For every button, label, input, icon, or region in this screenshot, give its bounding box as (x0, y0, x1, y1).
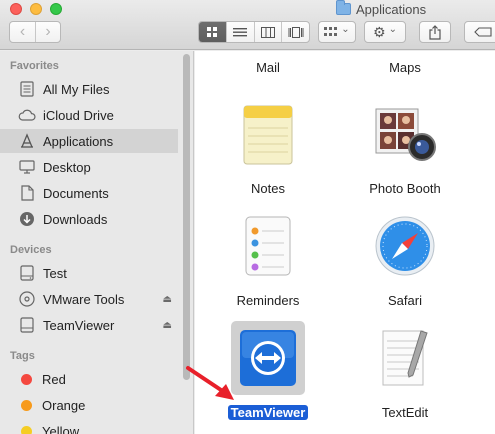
sidebar-item-label: TeamViewer (43, 317, 115, 333)
app-label: Mail (256, 60, 280, 75)
eject-icon[interactable]: ⏏ (163, 320, 172, 331)
columns-icon (260, 26, 275, 38)
close-window-button[interactable] (10, 3, 22, 15)
minimize-window-button[interactable] (30, 3, 42, 15)
coverflow-icon (288, 26, 304, 38)
app-label: Maps (389, 60, 421, 75)
app-item-mail[interactable]: Mail (208, 60, 328, 75)
sidebar-item-icloud-drive[interactable]: iCloud Drive (0, 103, 178, 127)
app-item-maps[interactable]: Maps (345, 60, 465, 75)
arrange-button[interactable]: ⌄ (318, 21, 356, 43)
share-button[interactable] (419, 21, 451, 43)
sidebar-item-test[interactable]: Test (0, 261, 178, 285)
yellow-tag-dot-icon (21, 425, 32, 434)
drive-icon (18, 316, 36, 334)
sidebar-item-label: Test (43, 265, 67, 281)
sidebar-item-desktop[interactable]: Desktop (0, 155, 178, 179)
document-icon (18, 184, 36, 202)
eject-icon[interactable]: ⏏ (163, 294, 172, 305)
app-label: TeamViewer (227, 405, 309, 420)
sidebar-item-applications[interactable]: Applications (0, 129, 178, 153)
sidebar-item-label: Red (42, 371, 66, 387)
window-title-text: Applications (356, 1, 427, 17)
back-button[interactable]: ‹ (10, 22, 35, 42)
zoom-window-button[interactable] (50, 3, 62, 15)
section-devices: Devices (10, 244, 52, 256)
grid-icon (207, 27, 218, 37)
app-label: Safari (388, 293, 422, 308)
red-tag-dot-icon (21, 373, 32, 385)
desktop-icon (18, 158, 36, 176)
tag-icon (474, 27, 492, 37)
cloud-icon (18, 106, 36, 124)
notes-icon (231, 97, 305, 171)
sidebar-item-downloads[interactable]: Downloads (0, 207, 178, 231)
hard-drive-icon (18, 264, 36, 282)
list-view-button[interactable] (225, 22, 254, 42)
app-label: Reminders (236, 293, 300, 308)
window-title: Applications (336, 0, 427, 17)
app-item-textedit[interactable]: TextEdit (345, 321, 465, 420)
sidebar-item-label: Documents (43, 185, 109, 201)
safari-icon (368, 209, 442, 283)
orange-tag-dot-icon (21, 399, 32, 411)
sidebar-scrollbar[interactable] (183, 54, 190, 380)
sidebar-tag-yellow[interactable]: Yellow (0, 419, 178, 434)
sidebar-item-label: Downloads (43, 211, 108, 227)
sidebar-item-label: Applications (43, 133, 114, 149)
navigation-buttons: ‹ › (9, 21, 61, 43)
app-label: Notes (251, 181, 285, 196)
app-item-reminders[interactable]: Reminders (208, 209, 328, 308)
arrange-grid-icon (324, 27, 338, 36)
toolbar: Applications ‹ › ⌄ ⚙ ⌄ (0, 0, 495, 50)
app-item-safari[interactable]: Safari (345, 209, 465, 308)
chevron-down-icon: ⌄ (388, 24, 397, 35)
sidebar-item-label: iCloud Drive (43, 107, 114, 123)
icon-view-button[interactable] (199, 22, 226, 42)
applications-icon (18, 132, 36, 150)
sidebar: Favorites All My Files iCloud Drive Appl… (0, 51, 194, 434)
sidebar-item-vmware-tools[interactable]: VMware Tools ⏏ (0, 287, 178, 311)
reminders-icon (231, 209, 305, 283)
sidebar-item-all-my-files[interactable]: All My Files (0, 77, 178, 101)
forward-button[interactable]: › (34, 22, 60, 42)
sidebar-item-documents[interactable]: Documents (0, 181, 178, 205)
share-icon (429, 24, 441, 40)
folder-icon (336, 0, 351, 15)
view-mode-group (198, 21, 310, 43)
sidebar-tag-red[interactable]: Red (0, 367, 178, 391)
list-icon (233, 27, 248, 36)
photo-booth-icon (368, 97, 442, 171)
download-icon (18, 210, 36, 228)
sidebar-item-label: Orange (42, 397, 86, 413)
edit-tags-button[interactable] (464, 21, 495, 43)
section-favorites: Favorites (10, 60, 59, 72)
app-label: TextEdit (381, 405, 429, 420)
all-files-icon (18, 80, 36, 98)
app-item-photo-booth[interactable]: Photo Booth (345, 97, 465, 196)
sidebar-item-label: Desktop (43, 159, 91, 175)
gear-icon: ⚙ (373, 23, 386, 40)
sidebar-tag-orange[interactable]: Orange (0, 393, 178, 417)
chevron-down-icon: ⌄ (341, 24, 350, 35)
section-tags: Tags (10, 350, 35, 362)
coverflow-view-button[interactable] (281, 22, 309, 42)
sidebar-item-label: Yellow (42, 423, 80, 434)
disc-icon (18, 290, 36, 308)
action-button[interactable]: ⚙ ⌄ (364, 21, 406, 43)
sidebar-item-label: VMware Tools (43, 291, 125, 307)
app-item-notes[interactable]: Notes (208, 97, 328, 196)
sidebar-item-label: All My Files (43, 81, 110, 97)
textedit-icon (368, 321, 442, 395)
app-label: Photo Booth (369, 181, 441, 196)
sidebar-item-teamviewer[interactable]: TeamViewer ⏏ (0, 313, 178, 337)
teamviewer-icon (231, 321, 305, 395)
file-grid: Mail Maps Notes Photo Booth Reminders Sa… (195, 51, 495, 434)
annotation-arrow-icon (186, 366, 234, 400)
column-view-button[interactable] (253, 22, 282, 42)
